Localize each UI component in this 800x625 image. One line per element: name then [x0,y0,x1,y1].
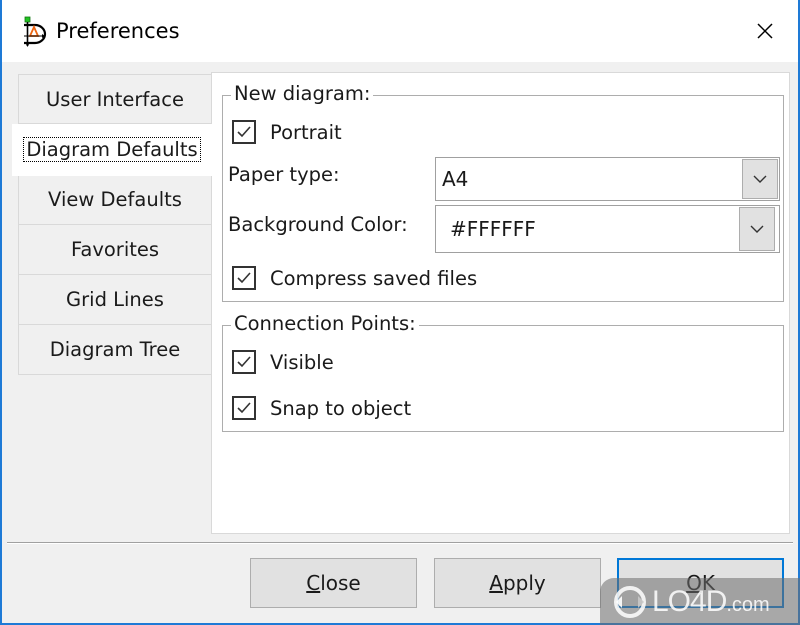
chevron-down-icon [750,225,764,233]
tab-label: Grid Lines [66,288,164,311]
checkbox-box[interactable] [232,120,256,144]
snap-label: Snap to object [270,396,412,420]
title-bar: Preferences [2,0,798,62]
preferences-dialog: Preferences User Interface Diagram Defau… [0,0,800,625]
close-button[interactable]: Close [250,558,417,608]
tab-label: Favorites [70,238,160,261]
tab-favorites[interactable]: Favorites [18,225,212,275]
tab-label: Diagram Tree [49,338,181,361]
tab-diagram-tree[interactable]: Diagram Tree [18,325,212,375]
tab-label: User Interface [46,88,184,111]
paper-type-label: Paper type: [228,163,340,186]
apply-button-label: Apply [489,571,546,595]
visible-checkbox[interactable]: Visible [232,350,334,374]
apply-button[interactable]: Apply [434,558,601,608]
close-icon[interactable] [750,16,780,46]
new-diagram-legend: New diagram: [231,82,374,105]
connection-points-legend: Connection Points: [231,312,419,335]
portrait-label: Portrait [270,120,342,144]
chevron-down-icon [753,175,767,183]
tab-view-defaults[interactable]: View Defaults [18,175,212,225]
lo4d-logo-icon [614,585,646,618]
background-color-dropdown-button[interactable] [739,207,775,251]
visible-label: Visible [270,350,334,374]
portrait-checkbox[interactable]: Portrait [232,120,342,144]
compress-checkbox[interactable]: Compress saved files [232,266,477,290]
watermark: LO4D.com [600,578,800,625]
background-color-select[interactable]: #FFFFFF [435,205,780,253]
window-title: Preferences [56,19,180,43]
tab-diagram-defaults[interactable]: Diagram Defaults [12,124,212,176]
tab-user-interface[interactable]: User Interface [18,74,212,124]
dia-app-icon [24,16,47,47]
watermark-text: LO4D.com [652,584,770,618]
checkmark-icon [237,356,251,368]
tab-grid-lines[interactable]: Grid Lines [18,275,212,325]
paper-type-value: A4 [442,167,469,191]
background-color-label: Background Color: [228,213,408,236]
checkbox-box[interactable] [232,396,256,420]
background-color-value: #FFFFFF [450,217,536,241]
checkbox-box[interactable] [232,266,256,290]
new-diagram-group: New diagram: Portrait Paper type: A4 Bac… [222,82,784,302]
footer-separator [7,542,793,544]
checkbox-box[interactable] [232,350,256,374]
connection-points-group: Connection Points: Visible Snap to objec… [222,312,784,432]
checkmark-icon [237,126,251,138]
tab-label: Diagram Defaults [23,137,201,162]
compress-label: Compress saved files [270,266,478,290]
paper-type-dropdown-button[interactable] [742,159,778,199]
tab-label: View Defaults [48,188,182,211]
tab-page-diagram-defaults: New diagram: Portrait Paper type: A4 Bac… [211,72,790,534]
paper-type-select[interactable]: A4 [435,157,780,201]
snap-to-object-checkbox[interactable]: Snap to object [232,396,411,420]
checkmark-icon [237,272,251,284]
checkmark-icon [237,402,251,414]
close-button-label: Close [306,571,361,595]
